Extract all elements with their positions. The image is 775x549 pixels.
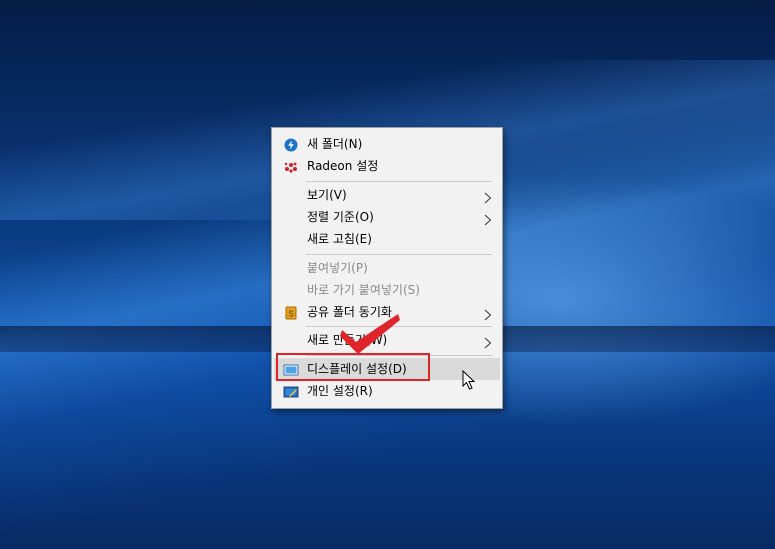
menu-item-sort-by[interactable]: 정렬 기준(O) [274,206,500,228]
checkmark-icon [340,314,400,354]
chevron-right-icon [482,306,494,321]
personalize-icon [283,384,299,398]
menu-item-radeon-settings[interactable]: Radeon 설정 [274,155,500,177]
menu-separator [306,181,492,182]
radeon-icon [283,159,299,173]
svg-text:S: S [288,310,293,319]
chevron-right-icon [482,189,494,204]
menu-item-new-folder[interactable]: 새 폴더(N) [274,133,500,155]
chevron-right-icon [482,211,494,226]
menu-item-paste-shortcut[interactable]: 바로 가기 붙여넣기(S) [274,279,500,301]
menu-item-paste[interactable]: 붙여넣기(P) [274,257,500,279]
menu-item-label: 개인 설정(R) [307,384,373,398]
highlight-box [276,353,430,381]
chevron-right-icon [482,334,494,349]
mouse-pointer-icon [462,370,476,390]
menu-item-label: 붙여넣기(P) [307,261,368,275]
new-folder-icon [283,137,299,152]
menu-item-label: Radeon 설정 [307,159,379,173]
menu-item-label: 새로 고침(E) [307,232,372,246]
menu-item-label: 바로 가기 붙여넣기(S) [307,283,420,297]
menu-separator [306,254,492,255]
menu-item-refresh[interactable]: 새로 고침(E) [274,228,500,250]
menu-item-label: 보기(V) [307,188,347,202]
sync-folder-icon: S [283,305,299,320]
menu-item-label: 새 폴더(N) [307,137,363,151]
menu-item-label: 정렬 기준(O) [307,210,374,224]
menu-item-view[interactable]: 보기(V) [274,184,500,206]
